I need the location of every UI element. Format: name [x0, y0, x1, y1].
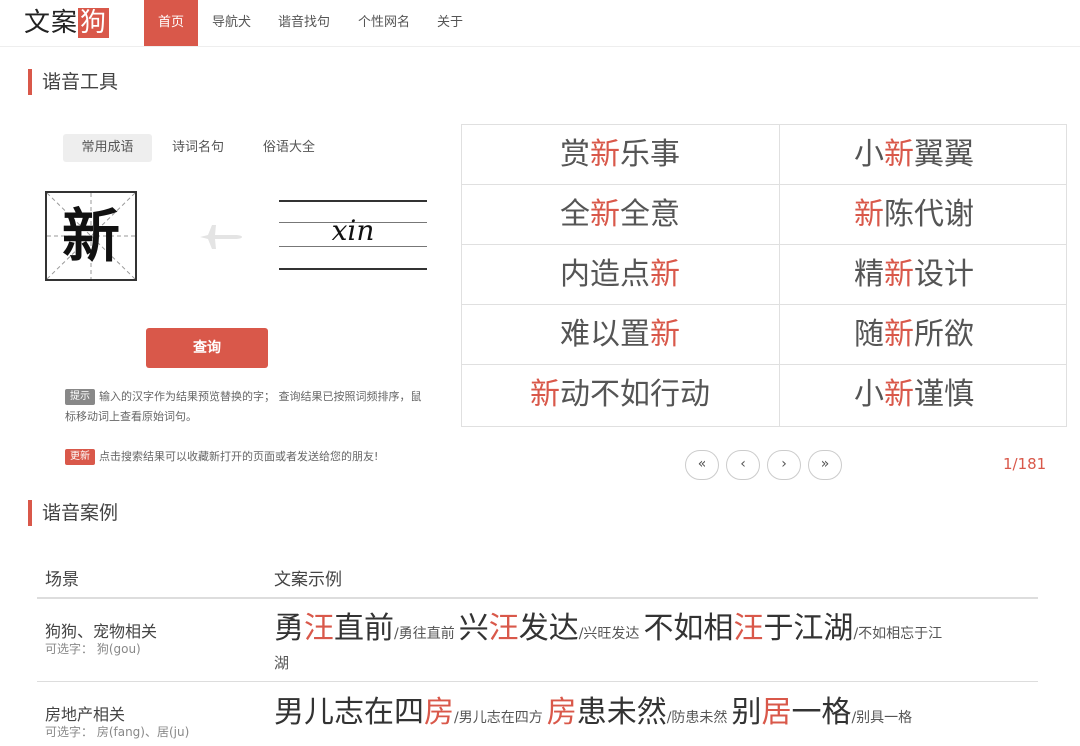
- page-indicator: 1/181: [1003, 455, 1047, 473]
- scene-chars: 可选字： 房(fang)、居(ju): [45, 725, 190, 739]
- tip-note: 提示 输入的汉字作为结果预览替换的字； 查询结果已按照词频排序，鼠 标移动词上查看…: [65, 387, 435, 427]
- tip-text-2: 标移动词上查看原始词句。: [65, 410, 197, 423]
- query-button[interactable]: 查询: [146, 328, 268, 368]
- nav-nickname[interactable]: 个性网名: [358, 0, 410, 46]
- tool-title-text: 谐音工具: [42, 71, 119, 93]
- tab-idioms[interactable]: 常用成语: [63, 134, 152, 162]
- example-list: 勇汪直前/勇往直前 兴汪发达/兴旺发达 不如相汪于江湖/不如相忘于江: [274, 607, 1034, 656]
- col-header-scene: 场景: [45, 570, 79, 590]
- result-item[interactable]: 精新设计: [762, 245, 1066, 305]
- result-item[interactable]: 新动不如行动: [462, 365, 778, 425]
- result-item[interactable]: 随新所欲: [762, 305, 1066, 365]
- table-header-divider: [37, 597, 1038, 599]
- pinyin-text: xin: [331, 214, 375, 247]
- cases-section-title: 谐音案例: [28, 500, 118, 526]
- result-item[interactable]: 难以置新: [462, 305, 778, 365]
- nav-homophone-search[interactable]: 谐音找句: [278, 0, 330, 46]
- logo-highlight: 狗: [78, 8, 110, 38]
- input-character: 新: [61, 202, 120, 270]
- grid-divider: [779, 125, 780, 426]
- airplane-icon: [200, 225, 242, 249]
- example-item[interactable]: 勇汪直前/勇往直前: [274, 611, 459, 646]
- nav-home[interactable]: 首页: [144, 0, 198, 46]
- tip-badge: 提示: [65, 389, 95, 405]
- tab-poems[interactable]: 诗词名句: [162, 134, 234, 162]
- char-input-box[interactable]: 新: [45, 191, 137, 281]
- scene-name: 房地产相关: [45, 705, 126, 724]
- top-nav: 文案狗 首页 导航犬 谐音找句 个性网名 关于: [0, 0, 1080, 47]
- result-item[interactable]: 小新谨慎: [762, 365, 1066, 425]
- first-page-button[interactable]: «: [685, 450, 719, 480]
- result-item[interactable]: 小新翼翼: [762, 125, 1066, 185]
- update-note: 更新 点击搜索结果可以收藏新打开的页面或者发送给您的朋友!: [65, 447, 445, 467]
- prev-page-button[interactable]: ‹: [726, 450, 760, 480]
- example-item[interactable]: 别居一格/别具一格: [731, 695, 916, 730]
- results-grid: 赏新乐事 小新翼翼 全新全意 新陈代谢 内造点新 精新设计 难以置新 随新所欲 …: [461, 124, 1067, 427]
- example-item[interactable]: 不如相汪于江湖/不如相忘于江: [643, 611, 946, 646]
- update-badge: 更新: [65, 449, 95, 465]
- nav-about[interactable]: 关于: [437, 0, 463, 46]
- example-list: 男儿志在四房/男儿志在四方 房患未然/防患未然 别居一格/别具一格: [274, 691, 1034, 740]
- example-item[interactable]: 房患未然/防患未然: [547, 695, 732, 730]
- scene-name: 狗狗、宠物相关: [45, 622, 158, 641]
- result-item[interactable]: 全新全意: [462, 185, 778, 245]
- result-item[interactable]: 赏新乐事: [462, 125, 778, 185]
- tip-text-1: 输入的汉字作为结果预览替换的字； 查询结果已按照词频排序，鼠: [99, 390, 422, 403]
- example-wrap-text: 湖: [274, 654, 290, 672]
- site-logo[interactable]: 文案狗: [24, 6, 110, 40]
- update-text: 点击搜索结果可以收藏新打开的页面或者发送给您的朋友!: [99, 450, 379, 463]
- cases-title-text: 谐音案例: [42, 502, 119, 524]
- tab-proverbs[interactable]: 俗语大全: [253, 134, 325, 162]
- nav-guide-dog[interactable]: 导航犬: [212, 0, 251, 46]
- tool-section-title: 谐音工具: [28, 69, 118, 95]
- pinyin-display: xin: [279, 200, 427, 272]
- row-divider: [37, 681, 1038, 682]
- pinyin-line-top: [279, 200, 427, 202]
- logo-text: 文案: [24, 8, 79, 38]
- col-header-examples: 文案示例: [274, 570, 342, 590]
- pinyin-line-bottom: [279, 268, 427, 270]
- next-page-button[interactable]: ›: [767, 450, 801, 480]
- last-page-button[interactable]: »: [808, 450, 842, 480]
- result-item[interactable]: 新陈代谢: [762, 185, 1066, 245]
- scene-chars: 可选字： 狗(gou): [45, 642, 141, 656]
- example-item[interactable]: 男儿志在四房/男儿志在四方: [274, 695, 547, 730]
- example-item[interactable]: 兴汪发达/兴旺发达: [459, 611, 644, 646]
- result-item[interactable]: 内造点新: [462, 245, 778, 305]
